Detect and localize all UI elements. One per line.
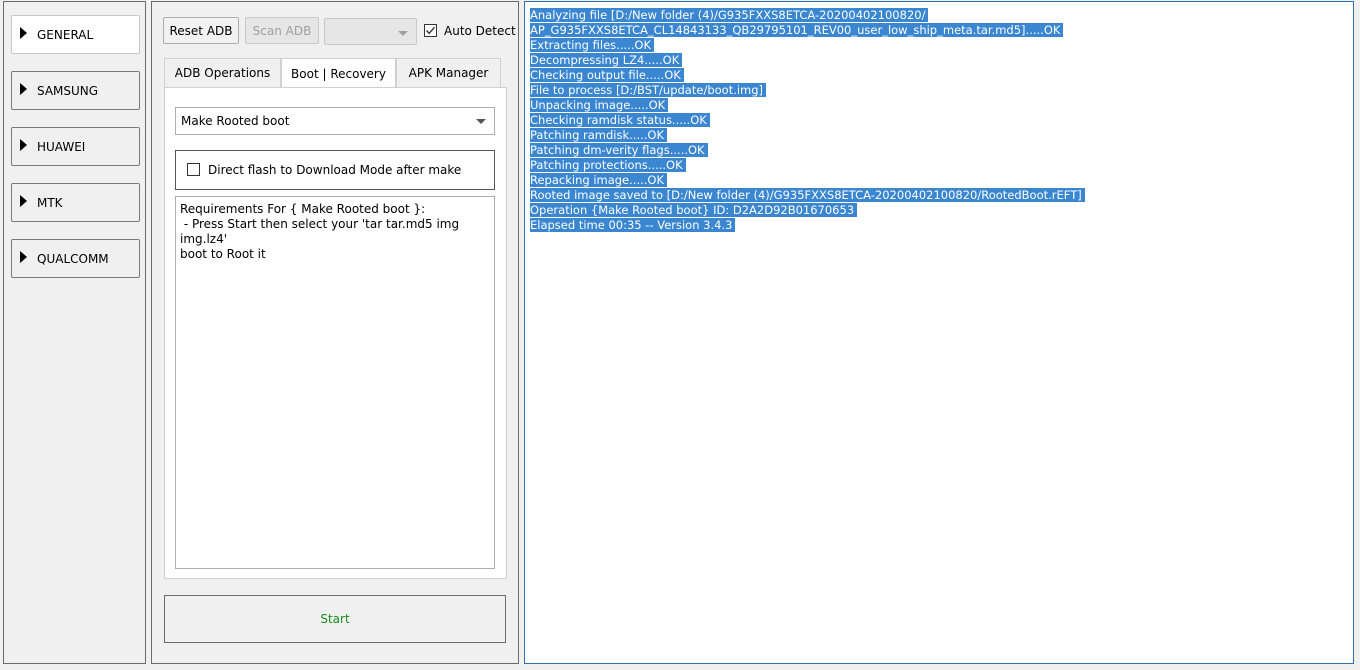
- tab-adb-operations[interactable]: ADB Operations: [164, 58, 281, 87]
- log-line: Analyzing file [D:/New folder (4)/G935FX…: [530, 8, 1348, 23]
- boot-recovery-tab-panel: Make Rooted boot Direct flash to Downloa…: [164, 87, 507, 579]
- auto-detect-label: Auto Detect: [444, 24, 516, 38]
- expand-arrow-icon: [20, 27, 27, 39]
- log-line: Patching dm-verity flags.....OK: [530, 143, 1348, 158]
- nav-item-label: GENERAL: [37, 28, 94, 42]
- nav-item-label: SAMSUNG: [37, 84, 99, 98]
- direct-flash-label: Direct flash to Download Mode after make: [208, 163, 462, 177]
- direct-flash-option: Direct flash to Download Mode after make: [175, 150, 495, 190]
- nav-item-mtk[interactable]: MTK: [11, 183, 140, 222]
- nav-item-qualcomm[interactable]: QUALCOMM: [11, 239, 140, 278]
- expand-arrow-icon: [20, 195, 27, 207]
- log-line: Operation {Make Rooted boot} ID: D2A2D92…: [530, 203, 1348, 218]
- boot-mode-select[interactable]: Make Rooted boot: [175, 107, 495, 135]
- tab-boot-recovery[interactable]: Boot | Recovery: [281, 58, 396, 89]
- nav-item-huawei[interactable]: HUAWEI: [11, 127, 140, 166]
- checkmark-icon: [425, 26, 436, 35]
- log-line: Elapsed time 00:35 -- Version 3.4.3: [530, 218, 1348, 233]
- log-line: Patching ramdisk.....OK: [530, 128, 1348, 143]
- log-line: Unpacking image.....OK: [530, 98, 1348, 113]
- nav-item-label: QUALCOMM: [37, 252, 109, 266]
- boot-mode-value: Make Rooted boot: [181, 114, 290, 128]
- auto-detect-checkbox[interactable]: [424, 24, 437, 37]
- log-line: Extracting files.....OK: [530, 38, 1348, 53]
- log-output[interactable]: Analyzing file [D:/New folder (4)/G935FX…: [524, 1, 1354, 664]
- nav-item-samsung[interactable]: SAMSUNG: [11, 71, 140, 110]
- operations-panel: Reset ADB Scan ADB Auto Detect ADB Opera…: [151, 1, 519, 664]
- direct-flash-checkbox[interactable]: [187, 163, 200, 176]
- log-line: Patching protections.....OK: [530, 158, 1348, 173]
- reset-adb-button[interactable]: Reset ADB: [163, 17, 239, 44]
- expand-arrow-icon: [20, 139, 27, 151]
- start-button[interactable]: Start: [164, 595, 506, 643]
- log-line: File to process [D:/BST/update/boot.img]: [530, 83, 1348, 98]
- expand-arrow-icon: [20, 83, 27, 95]
- scan-adb-button[interactable]: Scan ADB: [245, 17, 319, 44]
- nav-item-general[interactable]: GENERAL: [11, 15, 140, 54]
- device-select[interactable]: [324, 18, 417, 45]
- tab-apk-manager[interactable]: APK Manager: [396, 58, 501, 87]
- expand-arrow-icon: [20, 251, 27, 263]
- log-line: Repacking image.....OK: [530, 173, 1348, 188]
- log-line: Checking output file.....OK: [530, 68, 1348, 83]
- chevron-down-icon: [398, 31, 408, 36]
- log-line: AP_G935FXXS8ETCA_CL14843133_QB29795101_R…: [530, 23, 1348, 38]
- nav-item-label: HUAWEI: [37, 140, 86, 154]
- requirements-textarea[interactable]: Requirements For { Make Rooted boot }: -…: [175, 196, 495, 569]
- chevron-down-icon: [476, 119, 486, 124]
- log-line: Rooted image saved to [D:/New folder (4)…: [530, 188, 1348, 203]
- category-nav-panel: GENERAL SAMSUNG HUAWEI MTK QUALCOMM: [3, 1, 146, 664]
- log-line: Checking ramdisk status.....OK: [530, 113, 1348, 128]
- log-line: Decompressing LZ4.....OK: [530, 53, 1348, 68]
- nav-item-label: MTK: [37, 196, 63, 210]
